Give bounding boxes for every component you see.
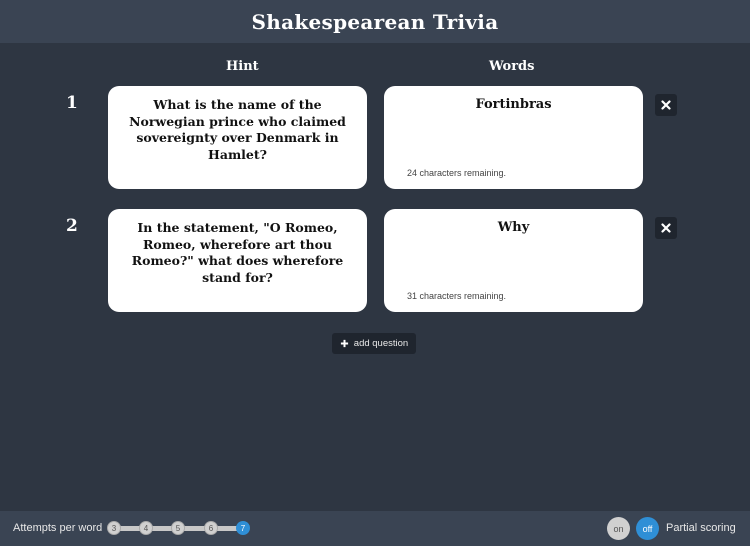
hint-text: What is the name of the Norwegian prince… [129, 97, 346, 162]
add-question-button[interactable]: add question [332, 333, 416, 354]
add-question-label: add question [353, 338, 409, 349]
hint-text: In the statement, "O Romeo, Romeo, where… [131, 220, 344, 285]
hint-card[interactable]: What is the name of the Norwegian prince… [108, 86, 367, 189]
plus-icon [340, 339, 348, 348]
hint-card[interactable]: In the statement, "O Romeo, Romeo, where… [108, 209, 367, 312]
attempts-option-5[interactable]: 5 [171, 521, 185, 535]
question-number: 1 [66, 93, 78, 113]
word-text: Why [497, 220, 530, 235]
words-column-header: Words [489, 59, 535, 74]
word-card[interactable]: Fortinbras 24 characters remaining. [384, 86, 643, 189]
question-number: 2 [66, 216, 78, 236]
word-text: Fortinbras [475, 97, 552, 112]
close-icon [661, 100, 671, 110]
partial-scoring-label: Partial scoring [666, 522, 736, 534]
characters-remaining: 31 characters remaining. [407, 291, 507, 301]
word-card[interactable]: Why 31 characters remaining. [384, 209, 643, 312]
partial-scoring-on-toggle[interactable]: on [607, 517, 630, 540]
delete-question-button[interactable] [655, 217, 677, 239]
attempts-option-3[interactable]: 3 [107, 521, 121, 535]
header-bar: Shakespearean Trivia [0, 0, 750, 43]
attempts-option-7[interactable]: 7 [236, 521, 250, 535]
attempts-option-4[interactable]: 4 [139, 521, 153, 535]
hint-column-header: Hint [226, 59, 259, 74]
close-icon [661, 223, 671, 233]
page-title: Shakespearean Trivia [251, 9, 499, 34]
attempts-label: Attempts per word [13, 522, 103, 534]
characters-remaining: 24 characters remaining. [407, 168, 507, 178]
partial-scoring-off-toggle[interactable]: off [636, 517, 659, 540]
footer-bar: Attempts per word 3 4 5 6 7 on off Parti… [0, 511, 750, 546]
delete-question-button[interactable] [655, 94, 677, 116]
attempts-option-6[interactable]: 6 [204, 521, 218, 535]
